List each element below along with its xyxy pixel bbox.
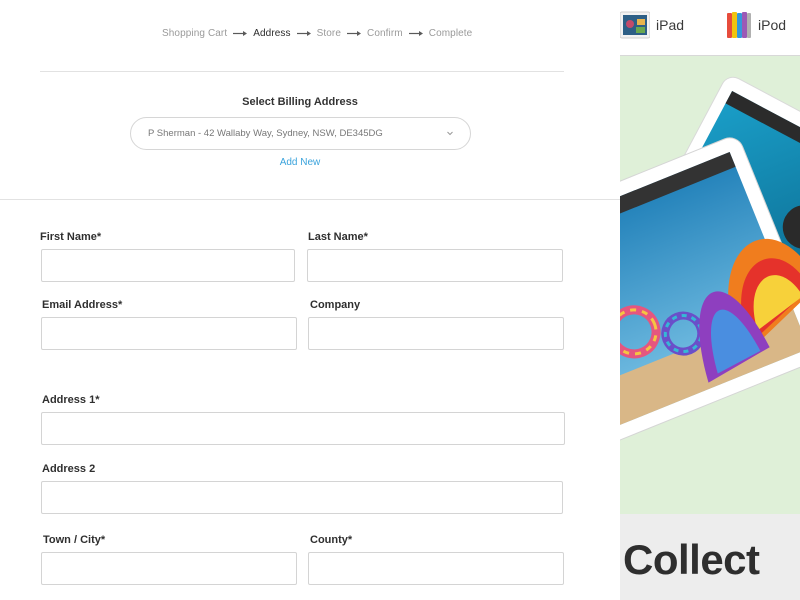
promo-area: iPad iPod Collect — [620, 0, 800, 600]
address1-field[interactable] — [41, 412, 565, 445]
arrow-right-icon — [233, 31, 248, 36]
product-nav: iPad iPod — [620, 0, 800, 56]
arrow-right-icon — [296, 31, 311, 36]
arrow-right-icon — [347, 31, 362, 36]
add-new-address-link[interactable]: Add New — [0, 157, 600, 168]
step-address[interactable]: Address — [253, 28, 290, 39]
section-divider — [0, 199, 620, 200]
county-field[interactable] — [308, 552, 564, 585]
billing-address-value: P Sherman - 42 Wallaby Way, Sydney, NSW,… — [148, 128, 383, 139]
address2-field[interactable] — [41, 481, 563, 514]
first-name-label: First Name* — [40, 231, 102, 243]
last-name-label: Last Name* — [308, 231, 368, 243]
last-name-field[interactable] — [307, 249, 563, 282]
ipad-product-icon — [620, 11, 650, 39]
email-label: Email Address* — [42, 299, 123, 311]
arrow-right-icon — [408, 31, 423, 36]
company-field[interactable] — [308, 317, 564, 350]
first-name-field[interactable] — [41, 249, 295, 282]
town-city-label: Town / City* — [43, 534, 106, 546]
nav-item-ipod[interactable]: iPod — [726, 10, 786, 40]
step-confirm[interactable]: Confirm — [367, 28, 403, 39]
chevron-down-icon — [447, 131, 453, 136]
email-field[interactable] — [41, 317, 297, 350]
promo-headline: Collect — [623, 536, 760, 583]
nav-label-ipod: iPod — [758, 17, 787, 33]
nav-item-ipad[interactable]: iPad — [620, 10, 684, 40]
billing-address-title: Select Billing Address — [242, 96, 358, 108]
checkout-panel: Shopping Cart Address Store Confirm Comp… — [0, 0, 620, 600]
address2-label: Address 2 — [42, 463, 96, 475]
ipad-product-image — [620, 56, 800, 514]
address1-label: Address 1* — [42, 394, 100, 406]
town-city-field[interactable] — [41, 552, 297, 585]
nav-label-ipad: iPad — [656, 17, 685, 33]
checkout-steps: Shopping Cart Address Store Confirm Comp… — [162, 28, 472, 39]
company-label: Company — [310, 299, 361, 311]
county-label: County* — [310, 534, 353, 546]
section-divider — [40, 71, 564, 72]
step-complete[interactable]: Complete — [429, 28, 473, 39]
ipod-product-icon — [727, 12, 751, 38]
step-shopping-cart[interactable]: Shopping Cart — [162, 28, 227, 39]
step-store[interactable]: Store — [317, 28, 341, 39]
billing-address-select[interactable]: P Sherman - 42 Wallaby Way, Sydney, NSW,… — [130, 117, 471, 150]
